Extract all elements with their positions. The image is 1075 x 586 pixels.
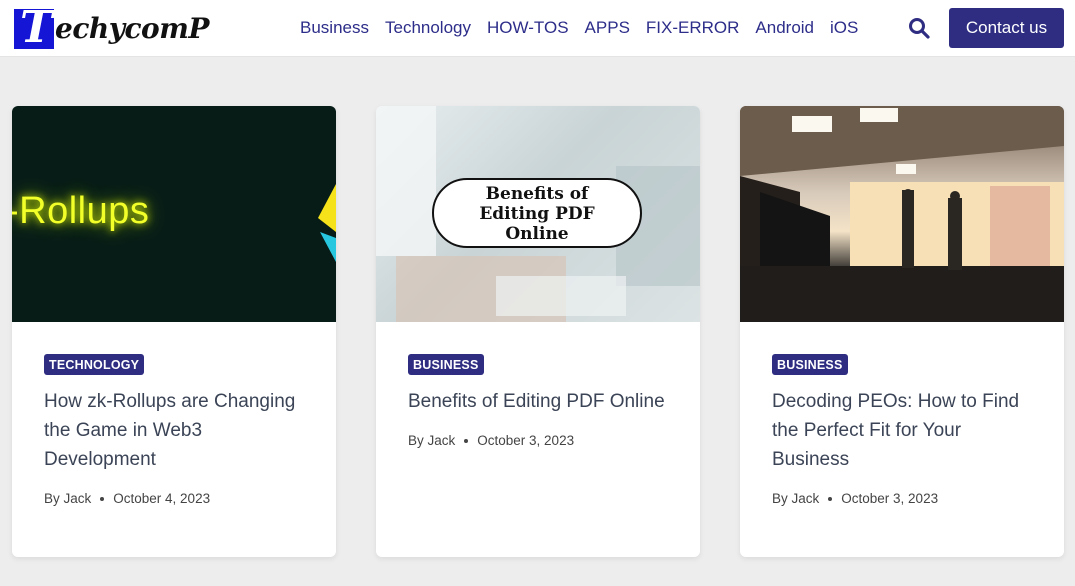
category-badge[interactable]: TECHNOLOGY [44,354,145,375]
post-meta: By Jack October 4, 2023 [44,491,312,506]
category-badge[interactable]: BUSINESS [772,354,848,375]
post-body: BUSINESS Decoding PEOs: How to Find the … [772,354,1040,506]
nav-item-apps[interactable]: APPS [585,18,630,38]
post-card: Benefits of Editing PDF Online BUSINESS … [376,106,700,557]
meta-separator [100,496,105,501]
post-meta: By Jack October 3, 2023 [772,491,1040,506]
post-date: October 3, 2023 [477,433,575,448]
nav-item-ios[interactable]: iOS [830,18,858,38]
category-badge[interactable]: BUSINESS [408,354,484,375]
logo-mark: T [14,5,54,51]
post-date: October 4, 2023 [113,491,211,506]
post-title[interactable]: How zk-Rollups are Changing the Game in … [44,387,312,474]
logo-wordmark: echycomP [55,12,209,45]
post-body: TECHNOLOGY How zk-Rollups are Changing t… [44,354,312,506]
post-date: October 3, 2023 [841,491,939,506]
main-nav: Business Technology HOW-TOS APPS FIX-ERR… [292,0,866,56]
thumbnail-line: Online [505,224,569,244]
post-author[interactable]: By Jack [772,491,819,506]
nav-item-android[interactable]: Android [755,18,814,38]
post-thumbnail[interactable] [740,106,1064,322]
post-title[interactable]: Benefits of Editing PDF Online [408,387,676,416]
post-author[interactable]: By Jack [44,491,91,506]
post-thumbnail[interactable]: Benefits of Editing PDF Online [376,106,700,322]
post-body: BUSINESS Benefits of Editing PDF Online … [408,354,676,448]
post-card: BUSINESS Decoding PEOs: How to Find the … [740,106,1064,557]
site-header: T echycomP Business Technology HOW-TOS A… [0,0,1075,57]
post-meta: By Jack October 3, 2023 [408,433,676,448]
post-title[interactable]: Decoding PEOs: How to Find the Perfect F… [772,387,1040,474]
nav-item-how-tos[interactable]: HOW-TOS [487,18,569,38]
thumbnail-line: Benefits of [485,184,589,204]
meta-separator [464,438,469,443]
thumbnail-label: Benefits of Editing PDF Online [432,178,642,248]
nav-item-fix-error[interactable]: FIX-ERROR [646,18,740,38]
site-logo[interactable]: T echycomP [14,5,209,51]
logo-mark-letter: T [20,2,53,53]
post-author[interactable]: By Jack [408,433,455,448]
thumbnail-line: Editing PDF [479,204,595,224]
search-icon[interactable] [907,16,931,40]
contact-button[interactable]: Contact us [949,8,1064,48]
meta-separator [828,496,833,501]
post-card: -Rollups TECHNOLOGY How zk-Rollups are C… [12,106,336,557]
nav-item-technology[interactable]: Technology [385,18,471,38]
post-thumbnail[interactable]: -Rollups [12,106,336,322]
nav-item-business[interactable]: Business [300,18,369,38]
